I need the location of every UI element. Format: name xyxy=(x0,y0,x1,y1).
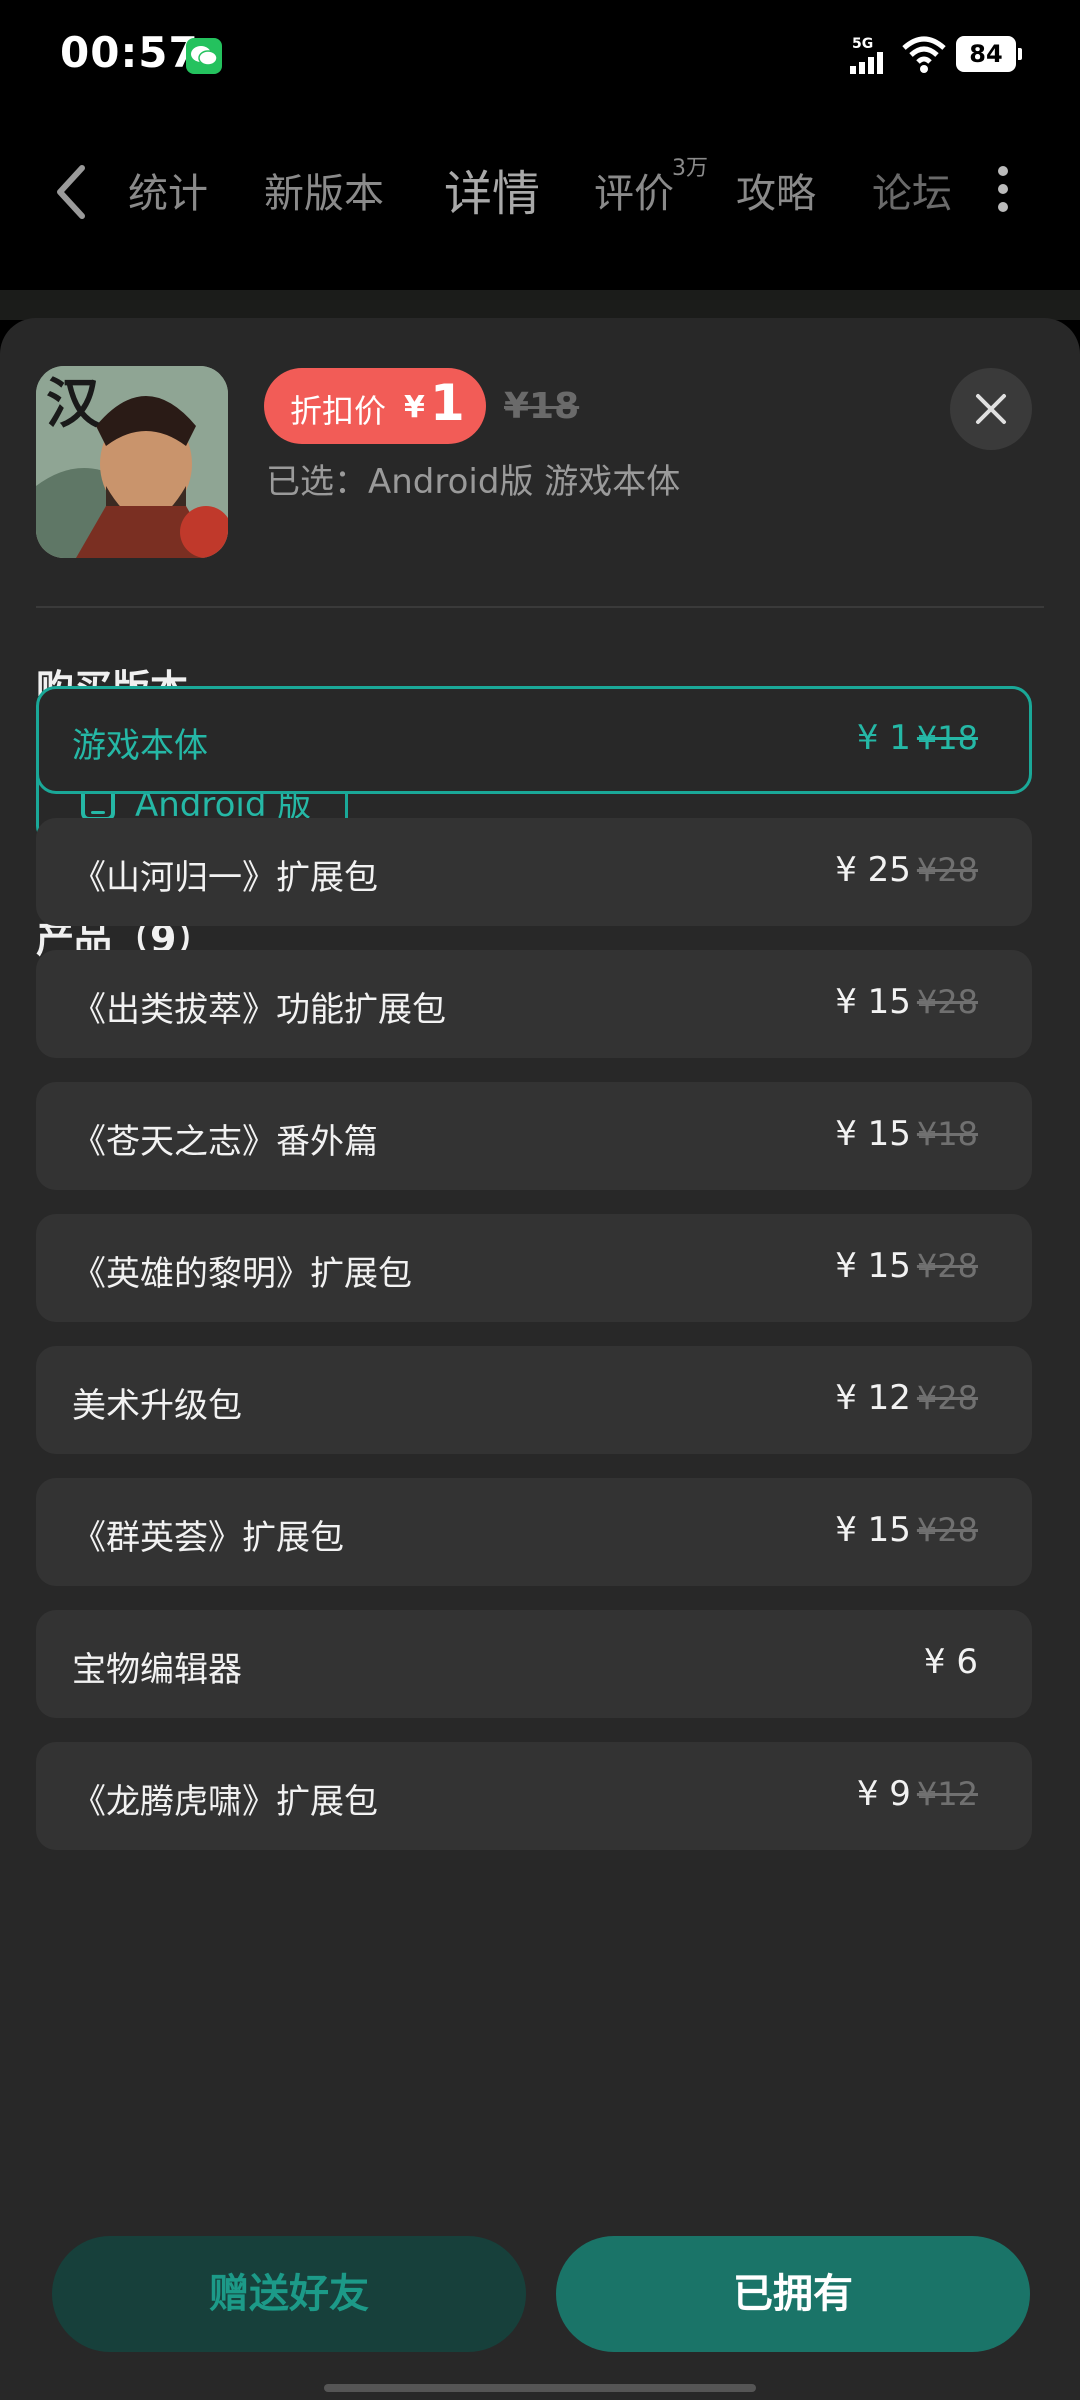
selected-summary: 已选：Android版 游戏本体 xyxy=(266,462,681,502)
product-current-price: ¥ 15 xyxy=(835,1510,911,1550)
discount-currency: ¥ xyxy=(404,390,425,425)
back-arrow-icon[interactable] xyxy=(52,162,92,222)
product-name: 《群英荟》扩展包 xyxy=(72,1518,344,1558)
product-item[interactable]: 《英雄的黎明》扩展包 ¥ 15 ¥28 xyxy=(36,1214,1032,1322)
close-button[interactable] xyxy=(950,368,1032,450)
product-current-price: ¥ 12 xyxy=(835,1378,911,1418)
product-price: ¥ 9 ¥12 xyxy=(857,1774,978,1814)
product-original-price: ¥28 xyxy=(916,1379,978,1417)
product-current-price: ¥ 25 xyxy=(835,850,911,890)
product-item[interactable]: 《龙腾虎啸》扩展包 ¥ 9 ¥12 xyxy=(36,1742,1032,1850)
product-current-price: ¥ 15 xyxy=(835,1114,911,1154)
discount-value: 1 xyxy=(430,374,465,432)
product-current-price: ¥ 15 xyxy=(835,1246,911,1286)
background-peek xyxy=(0,290,1080,320)
game-cover-image: 汉 xyxy=(36,366,228,558)
cellular-signal-icon: 5G xyxy=(850,36,890,74)
product-item[interactable]: 游戏本体 ¥ 1 ¥18 xyxy=(36,686,1032,794)
top-nav-bar: 统计 新版本 详情 评价 3万 攻略 论坛 xyxy=(0,110,1080,324)
network-type-label: 5G xyxy=(852,36,874,52)
home-indicator xyxy=(324,2384,756,2392)
product-name: 《英雄的黎明》扩展包 xyxy=(72,1254,412,1294)
wifi-icon xyxy=(902,36,946,73)
product-price: ¥ 15 ¥18 xyxy=(835,1114,978,1154)
wechat-notification-icon xyxy=(186,38,222,74)
header-divider xyxy=(36,606,1044,608)
product-name: 《出类拔萃》功能扩展包 xyxy=(72,990,446,1030)
discount-price-badge: 折扣价 ¥ 1 xyxy=(264,368,486,444)
product-price: ¥ 1 ¥18 xyxy=(857,718,978,758)
status-bar: 00:57 5G 84 xyxy=(0,0,1080,110)
product-item[interactable]: 《苍天之志》番外篇 ¥ 15 ¥18 xyxy=(36,1082,1032,1190)
product-item[interactable]: 美术升级包 ¥ 12 ¥28 xyxy=(36,1346,1032,1454)
product-original-price: ¥28 xyxy=(916,983,978,1021)
product-current-price: ¥ 9 xyxy=(856,1774,911,1814)
product-original-price: ¥18 xyxy=(916,719,978,757)
purchase-sheet: 汉 折扣价 ¥ 1 ¥18 已选：Android版 游戏本体 购买版本 Andr… xyxy=(0,318,1080,2400)
tab-guides[interactable]: 攻略 xyxy=(736,154,816,234)
product-name: 美术升级包 xyxy=(72,1386,242,1426)
battery-indicator: 84 xyxy=(956,36,1022,72)
product-original-price: ¥28 xyxy=(916,851,978,889)
product-current-price: ¥ 6 xyxy=(923,1642,978,1682)
product-item[interactable]: 《出类拔萃》功能扩展包 ¥ 15 ¥28 xyxy=(36,950,1032,1058)
discount-label: 折扣价 xyxy=(290,392,387,430)
product-item[interactable]: 《群英荟》扩展包 ¥ 15 ¥28 xyxy=(36,1478,1032,1586)
product-price: ¥ 12 ¥28 xyxy=(835,1378,978,1418)
more-options-icon[interactable] xyxy=(998,166,1010,214)
close-icon xyxy=(976,394,1006,424)
product-price: ¥ 15 ¥28 xyxy=(835,1246,978,1286)
product-price: ¥ 15 ¥28 xyxy=(835,1510,978,1550)
tab-details[interactable]: 详情 xyxy=(444,154,540,234)
product-price: ¥ 6 xyxy=(924,1642,978,1682)
product-name: 宝物编辑器 xyxy=(72,1650,242,1690)
owned-button[interactable]: 已拥有 xyxy=(556,2236,1030,2352)
product-current-price: ¥ 15 xyxy=(835,982,911,1022)
tab-forum[interactable]: 论坛 xyxy=(872,154,952,234)
product-name: 游戏本体 xyxy=(72,726,208,766)
product-name: 《山河归一》扩展包 xyxy=(72,858,378,898)
product-price: ¥ 15 ¥28 xyxy=(835,982,978,1022)
original-price: ¥18 xyxy=(504,386,580,427)
product-current-price: ¥ 1 xyxy=(856,718,911,758)
status-time: 00:57 xyxy=(60,28,199,77)
reviews-count-badge: 3万 xyxy=(672,156,708,181)
product-original-price: ¥18 xyxy=(916,1115,978,1153)
gift-to-friend-button[interactable]: 赠送好友 xyxy=(52,2236,526,2352)
product-name: 《苍天之志》番外篇 xyxy=(72,1122,378,1162)
product-original-price: ¥28 xyxy=(916,1511,978,1549)
tab-stats[interactable]: 统计 xyxy=(128,154,208,234)
product-price: ¥ 25 ¥28 xyxy=(835,850,978,890)
product-name: 《龙腾虎啸》扩展包 xyxy=(72,1782,378,1822)
tab-new-version[interactable]: 新版本 xyxy=(264,154,384,234)
product-item[interactable]: 宝物编辑器 ¥ 6 xyxy=(36,1610,1032,1718)
product-original-price: ¥28 xyxy=(916,1247,978,1285)
tab-reviews[interactable]: 评价 xyxy=(594,154,674,234)
product-original-price: ¥12 xyxy=(916,1775,978,1813)
svg-text:汉: 汉 xyxy=(46,371,101,435)
product-item[interactable]: 《山河归一》扩展包 ¥ 25 ¥28 xyxy=(36,818,1032,926)
